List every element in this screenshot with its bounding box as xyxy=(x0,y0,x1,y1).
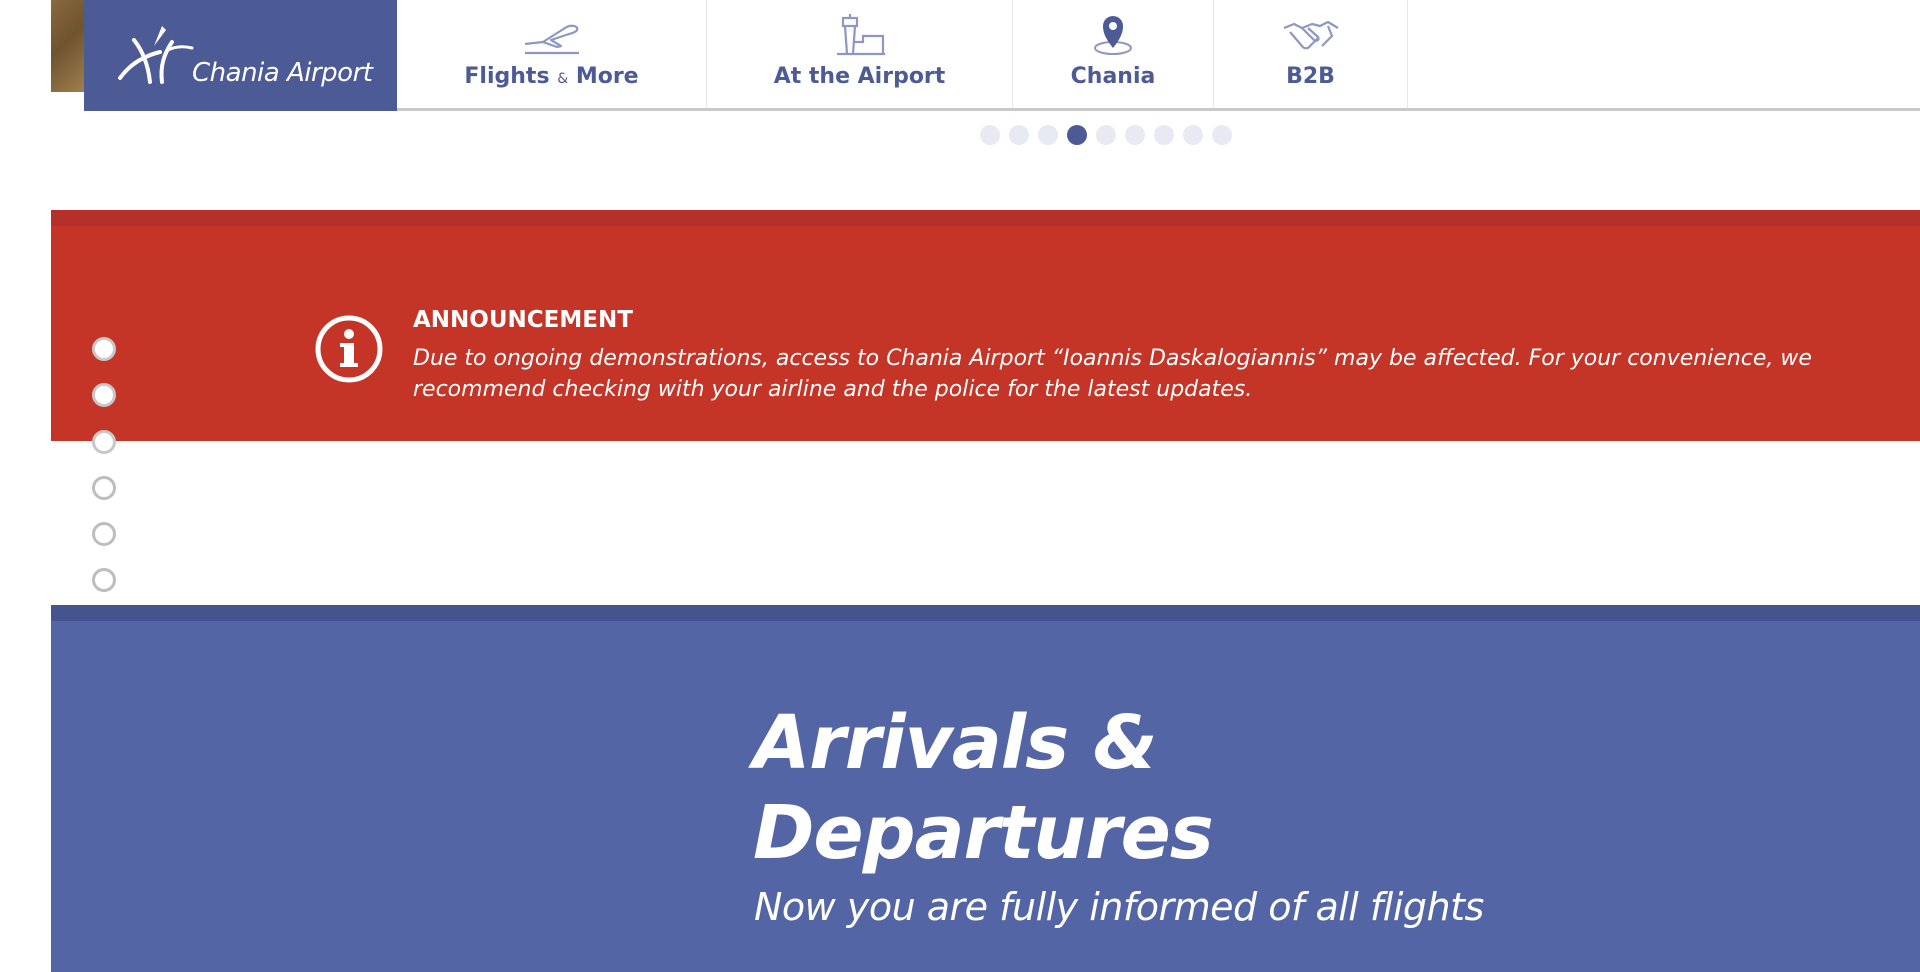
slider-dot[interactable] xyxy=(1038,125,1058,145)
handshake-icon xyxy=(1283,20,1339,50)
nav-label-flights-more: Flights & More xyxy=(464,64,638,89)
logo-text: Chania Airport xyxy=(192,58,373,88)
left-margin xyxy=(0,0,51,972)
main-nav: Flights & More At the Airport Chania B2B xyxy=(397,0,1408,108)
nav-label-part: More xyxy=(575,64,639,89)
nav-item-at-the-airport[interactable]: At the Airport xyxy=(707,0,1013,108)
airplane-takeoff-icon xyxy=(524,24,579,55)
nav-label-chania: Chania xyxy=(1070,64,1156,89)
side-nav-bullet[interactable] xyxy=(92,430,116,454)
slider-dot[interactable] xyxy=(1125,125,1145,145)
slider-dot[interactable] xyxy=(1183,125,1203,145)
hero-image-edge xyxy=(51,0,85,92)
nav-label-b2b: B2B xyxy=(1286,64,1335,89)
side-nav-bullet[interactable] xyxy=(92,522,116,546)
chania-airport-logo-icon xyxy=(118,26,194,84)
location-pin-icon xyxy=(1094,16,1132,55)
control-tower-icon xyxy=(836,14,885,56)
nav-item-chania[interactable]: Chania xyxy=(1013,0,1214,108)
side-nav-bullet[interactable] xyxy=(92,568,116,592)
announcement-title: ANNOUNCEMENT xyxy=(413,307,633,333)
slider-pagination xyxy=(980,125,1232,145)
nav-label-part: Flights xyxy=(464,64,550,89)
arrivals-top-band xyxy=(51,605,1920,621)
slider-dot[interactable] xyxy=(1212,125,1232,145)
side-nav-bullet[interactable] xyxy=(92,337,116,361)
arrivals-title-line1: Arrivals & xyxy=(753,700,1158,786)
slider-dot[interactable] xyxy=(1096,125,1116,145)
arrivals-title-line2: Departures xyxy=(753,790,1214,876)
side-nav-bullet[interactable] xyxy=(92,476,116,500)
side-nav-bullet[interactable] xyxy=(92,383,116,407)
info-icon xyxy=(315,315,383,383)
arrivals-subtitle: Now you are fully informed of all flight… xyxy=(754,885,1484,929)
nav-item-b2b[interactable]: B2B xyxy=(1214,0,1408,108)
nav-item-flights-more[interactable]: Flights & More xyxy=(397,0,707,108)
slider-dot[interactable] xyxy=(1009,125,1029,145)
arrivals-departures-section: Arrivals & Departures Now you are fully … xyxy=(51,621,1920,972)
page: Chania Airport Flights & More At the Air… xyxy=(0,0,1920,972)
site-header: Chania Airport Flights & More At the Air… xyxy=(84,0,1920,111)
nav-label-amp: & xyxy=(557,71,569,87)
slider-dot[interactable] xyxy=(1154,125,1174,145)
announcement-text: Due to ongoing demonstrations, access to… xyxy=(413,346,1812,402)
slider-dot-active[interactable] xyxy=(1067,125,1087,145)
arrivals-title: Arrivals & Departures xyxy=(753,698,1214,878)
announcement-top-band xyxy=(51,210,1920,226)
site-logo[interactable]: Chania Airport xyxy=(84,0,397,111)
nav-label-at-the-airport: At the Airport xyxy=(773,64,946,89)
announcement-banner: ANNOUNCEMENT Due to ongoing demonstratio… xyxy=(51,226,1920,441)
slider-dot[interactable] xyxy=(980,125,1000,145)
